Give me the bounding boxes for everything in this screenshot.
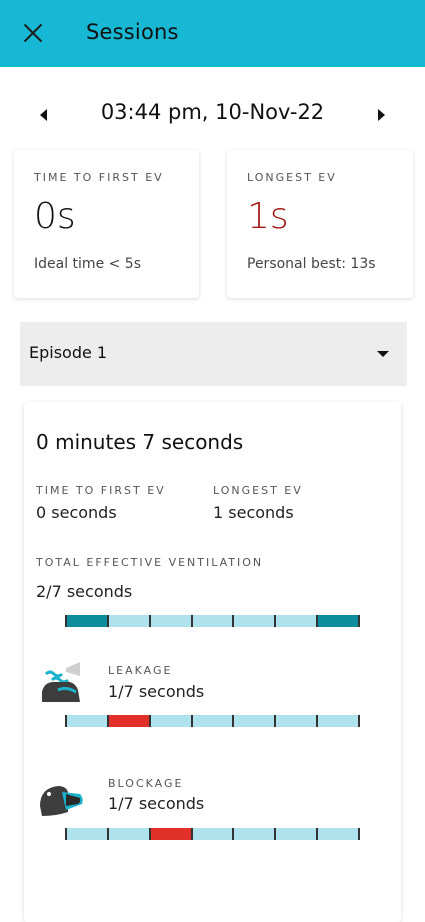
episode-first-ev-caption: TIME TO FIRST EV bbox=[36, 484, 166, 497]
session-datetime: 03:44 pm, 10-Nov-22 bbox=[100, 100, 325, 124]
timeline-segment bbox=[106, 715, 149, 727]
close-icon[interactable] bbox=[22, 22, 44, 44]
leakage-value: 1/7 seconds bbox=[108, 682, 205, 701]
first-ev-caption: TIME TO FIRST EV bbox=[34, 171, 164, 184]
episode-first-ev-value: 0 seconds bbox=[36, 503, 117, 522]
timeline-segment bbox=[190, 615, 233, 627]
timeline-segment bbox=[316, 715, 361, 727]
total-ventilation-value: 2/7 seconds bbox=[36, 582, 133, 601]
longest-ev-note: Personal best: 13s bbox=[247, 256, 376, 272]
episode-duration: 0 minutes 7 seconds bbox=[36, 430, 244, 454]
timeline-segment bbox=[232, 615, 275, 627]
timeline-segment bbox=[65, 715, 107, 727]
timeline-segment bbox=[232, 828, 275, 840]
blockage-timeline bbox=[65, 826, 361, 842]
total-ventilation-timeline bbox=[65, 613, 361, 629]
longest-ev-caption: LONGEST EV bbox=[247, 171, 337, 184]
timeline-segment bbox=[190, 715, 233, 727]
timeline-segment bbox=[274, 828, 317, 840]
timeline-segment bbox=[106, 828, 149, 840]
timeline-segment bbox=[316, 615, 361, 627]
timeline-segment bbox=[148, 615, 191, 627]
timeline-segment bbox=[316, 828, 361, 840]
timeline-segment bbox=[148, 715, 191, 727]
episode-longest-ev-caption: LONGEST EV bbox=[213, 484, 303, 497]
total-ventilation-caption: TOTAL EFFECTIVE VENTILATION bbox=[36, 556, 264, 569]
blockage-value: 1/7 seconds bbox=[108, 794, 205, 813]
blockage-caption: BLOCKAGE bbox=[108, 777, 184, 790]
episode-detail-card: 0 minutes 7 seconds TIME TO FIRST EV 0 s… bbox=[24, 402, 401, 922]
leakage-caption: LEAKAGE bbox=[108, 664, 173, 677]
first-ev-note: Ideal time < 5s bbox=[34, 256, 142, 272]
longest-ev-card: LONGEST EV 1s Personal best: 13s bbox=[227, 150, 413, 298]
episode-longest-ev-value: 1 seconds bbox=[213, 503, 294, 522]
leakage-timeline bbox=[65, 713, 361, 729]
dropdown-arrow-icon bbox=[377, 351, 389, 357]
longest-ev-value: 1s bbox=[247, 196, 289, 237]
timeline-segment bbox=[232, 715, 275, 727]
first-ev-card: TIME TO FIRST EV 0s Ideal time < 5s bbox=[14, 150, 199, 298]
timeline-segment bbox=[274, 615, 317, 627]
mask-leakage-icon bbox=[36, 658, 86, 704]
timeline-segment bbox=[148, 828, 191, 840]
episode-dropdown[interactable]: Episode 1 bbox=[20, 322, 407, 386]
mask-blockage-icon bbox=[36, 776, 86, 822]
chevron-right-icon[interactable] bbox=[378, 109, 385, 121]
date-navigator: 03:44 pm, 10-Nov-22 bbox=[0, 96, 425, 136]
episode-dropdown-value: Episode 1 bbox=[29, 343, 108, 362]
page-title: Sessions bbox=[86, 20, 179, 44]
first-ev-value: 0s bbox=[34, 196, 76, 237]
timeline-segment bbox=[190, 828, 233, 840]
timeline-segment bbox=[65, 615, 107, 627]
timeline-segment bbox=[274, 715, 317, 727]
app-bar: Sessions bbox=[0, 0, 425, 67]
timeline-segment bbox=[106, 615, 149, 627]
timeline-segment bbox=[65, 828, 107, 840]
